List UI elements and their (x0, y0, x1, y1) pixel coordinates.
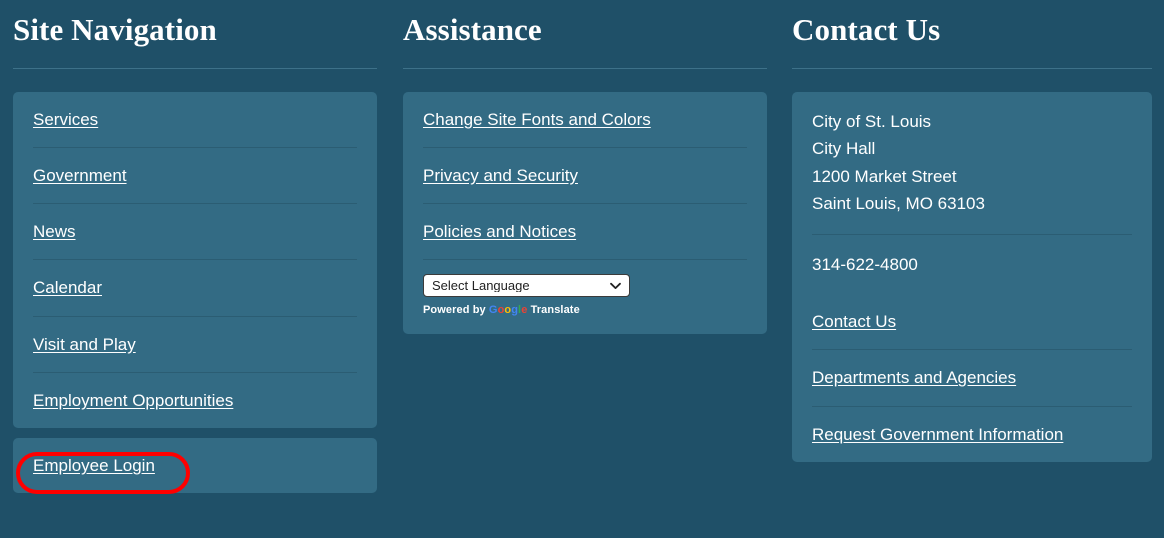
link-request-government-information[interactable]: Request Government Information (812, 425, 1063, 444)
list-item[interactable]: Contact Us (812, 294, 1132, 349)
assistance-heading: Assistance (403, 12, 542, 47)
link-change-site-fonts-and-colors[interactable]: Change Site Fonts and Colors (423, 110, 651, 129)
site-footer: Site Navigation Services Government News… (0, 0, 1164, 538)
phone-block: 314-622-4800 (812, 233, 1132, 295)
list-item[interactable]: Departments and Agencies (812, 349, 1132, 405)
link-employment-opportunities[interactable]: Employment Opportunities (33, 391, 233, 410)
link-news[interactable]: News (33, 222, 76, 241)
contact-us-panel: City of St. Louis City Hall 1200 Market … (792, 91, 1152, 462)
employee-login-panel: Employee Login (13, 438, 377, 495)
address-block: City of St. Louis City Hall 1200 Market … (812, 92, 1132, 234)
google-translate-widget: Select Language Powered by Google Transl… (423, 259, 747, 334)
address-line-building: City Hall (812, 139, 876, 159)
site-navigation-panel: Services Government News Calendar Visit … (13, 91, 377, 429)
list-item[interactable]: News (33, 203, 357, 259)
list-item[interactable]: Privacy and Security (423, 146, 747, 203)
link-calendar[interactable]: Calendar (33, 278, 102, 297)
language-select-wrapper[interactable]: Select Language (423, 274, 630, 298)
link-policies-and-notices[interactable]: Policies and Notices (423, 222, 576, 241)
site-navigation-heading: Site Navigation (13, 12, 217, 47)
link-departments-and-agencies[interactable]: Departments and Agencies (812, 368, 1016, 387)
heading-divider (403, 67, 767, 69)
heading-divider (792, 67, 1152, 69)
list-item[interactable]: Request Government Information (812, 405, 1132, 462)
link-employee-login[interactable]: Employee Login (33, 456, 155, 475)
list-item[interactable]: Calendar (33, 259, 357, 315)
footer-column-contact-us: Contact Us City of St. Louis City Hall 1… (780, 0, 1164, 538)
list-item[interactable]: Government (33, 146, 357, 203)
list-item[interactable]: Change Site Fonts and Colors (423, 92, 747, 147)
link-contact-us[interactable]: Contact Us (812, 312, 896, 331)
address-line-street: 1200 Market Street (812, 166, 957, 186)
list-item[interactable]: Policies and Notices (423, 203, 747, 259)
google-wordmark: Google (489, 304, 528, 316)
language-select[interactable]: Select Language (423, 274, 630, 298)
assistance-panel: Change Site Fonts and Colors Privacy and… (403, 91, 767, 335)
phone-number: 314-622-4800 (812, 254, 918, 274)
list-item[interactable]: Visit and Play (33, 315, 357, 372)
heading-divider (13, 67, 377, 69)
link-privacy-and-security[interactable]: Privacy and Security (423, 166, 578, 185)
powered-by-suffix: Translate (530, 304, 580, 317)
link-services[interactable]: Services (33, 110, 98, 129)
link-government[interactable]: Government (33, 166, 127, 185)
address-line-organization: City of St. Louis (812, 111, 932, 131)
contact-us-heading: Contact Us (792, 12, 941, 47)
google-letter-e: e (521, 304, 528, 317)
link-visit-and-play[interactable]: Visit and Play (33, 335, 136, 354)
footer-column-assistance: Assistance Change Site Fonts and Colors … (390, 0, 780, 538)
powered-by-google-translate: Powered by Google Translate (423, 304, 747, 316)
address-line-city-state-zip: Saint Louis, MO 63103 (812, 194, 985, 214)
list-item[interactable]: Employment Opportunities (33, 371, 357, 428)
footer-column-site-navigation: Site Navigation Services Government News… (0, 0, 390, 538)
list-item[interactable]: Services (33, 92, 357, 147)
powered-by-prefix: Powered by (423, 304, 486, 317)
list-item[interactable]: Employee Login (33, 438, 357, 493)
google-letter-g1: G (488, 304, 498, 317)
